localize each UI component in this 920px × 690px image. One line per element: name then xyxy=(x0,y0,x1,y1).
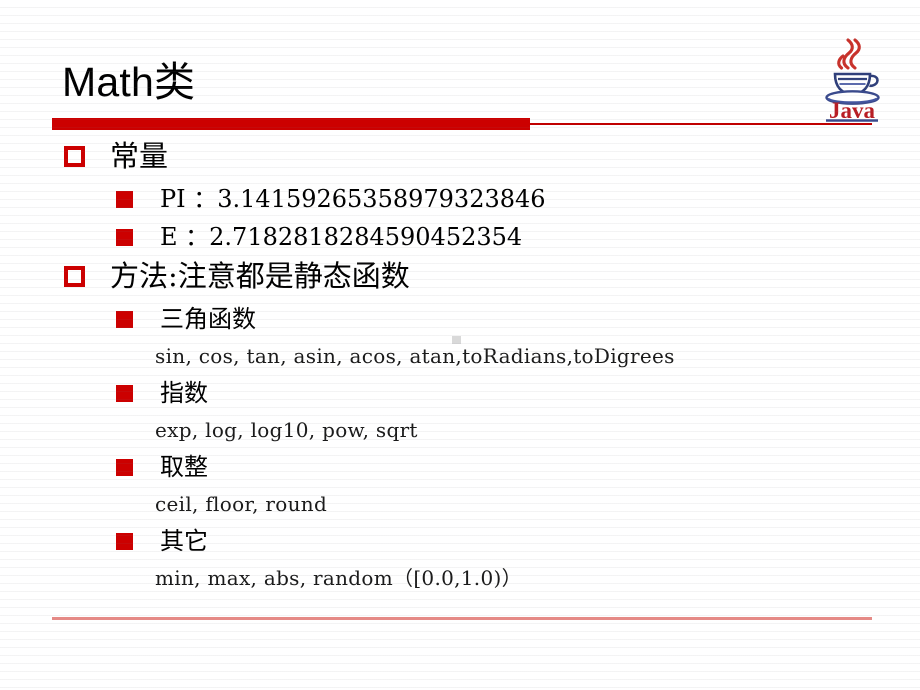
page-title: Math类 xyxy=(62,59,196,105)
outline-label: 三角函数 xyxy=(160,305,256,333)
solid-square-bullet-icon xyxy=(116,385,133,402)
solid-square-bullet-icon xyxy=(116,229,133,246)
outline-label: ceil, floor, round xyxy=(155,492,328,516)
outline-item-group-rounding-heading: 取整 xyxy=(0,448,920,486)
outline-label: 常量 xyxy=(110,139,169,173)
title-rule-thick xyxy=(52,118,530,130)
outline-item-group-exponent-items: exp, log, log10, pow, sqrt xyxy=(0,412,920,448)
outline-label: 方法:注意都是静态函数 xyxy=(110,259,410,293)
outline-label: sin, cos, tan, asin, acos, atan,toRadian… xyxy=(155,344,675,368)
solid-square-bullet-icon xyxy=(116,533,133,550)
outline-label: 取整 xyxy=(160,453,208,481)
solid-square-bullet-icon xyxy=(116,459,133,476)
java-logo: Java xyxy=(818,30,886,122)
outline-item-group-other-heading: 其它 xyxy=(0,522,920,560)
outline-label: min, max, abs, random（[0.0,1.0)） xyxy=(155,566,522,590)
outline-label: PI ：3.14159265358979323846 xyxy=(160,185,546,213)
footer-rule xyxy=(52,617,872,620)
slide-body: 常量 PI ：3.14159265358979323846 E ：2.71828… xyxy=(0,136,920,596)
outline-item-group-other-items: min, max, abs, random（[0.0,1.0)） xyxy=(0,560,920,596)
outline-label: 指数 xyxy=(160,379,208,407)
outline-item-constant-pi: PI ：3.14159265358979323846 xyxy=(0,180,920,218)
java-wordmark: Java xyxy=(829,98,876,122)
solid-square-bullet-icon xyxy=(116,311,133,328)
outline-item-group-trig-heading: 三角函数 xyxy=(0,300,920,338)
outline-label: E ：2.7182818284590452354 xyxy=(160,223,523,251)
outline-item-constants-heading: 常量 xyxy=(0,136,920,180)
outline-item-constant-e: E ：2.7182818284590452354 xyxy=(0,218,920,256)
solid-square-bullet-icon xyxy=(116,191,133,208)
outline-label: exp, log, log10, pow, sqrt xyxy=(155,418,418,442)
capture-artifact xyxy=(452,336,461,344)
outline-label: 其它 xyxy=(160,527,208,555)
hollow-square-bullet-icon xyxy=(64,266,85,287)
outline-item-group-rounding-items: ceil, floor, round xyxy=(0,486,920,522)
hollow-square-bullet-icon xyxy=(64,146,85,167)
slide-canvas: Math类 Java 常量 PI ：3.14159265358979323846… xyxy=(0,0,920,690)
outline-item-group-exponent-heading: 指数 xyxy=(0,374,920,412)
outline-item-methods-heading: 方法:注意都是静态函数 xyxy=(0,256,920,300)
